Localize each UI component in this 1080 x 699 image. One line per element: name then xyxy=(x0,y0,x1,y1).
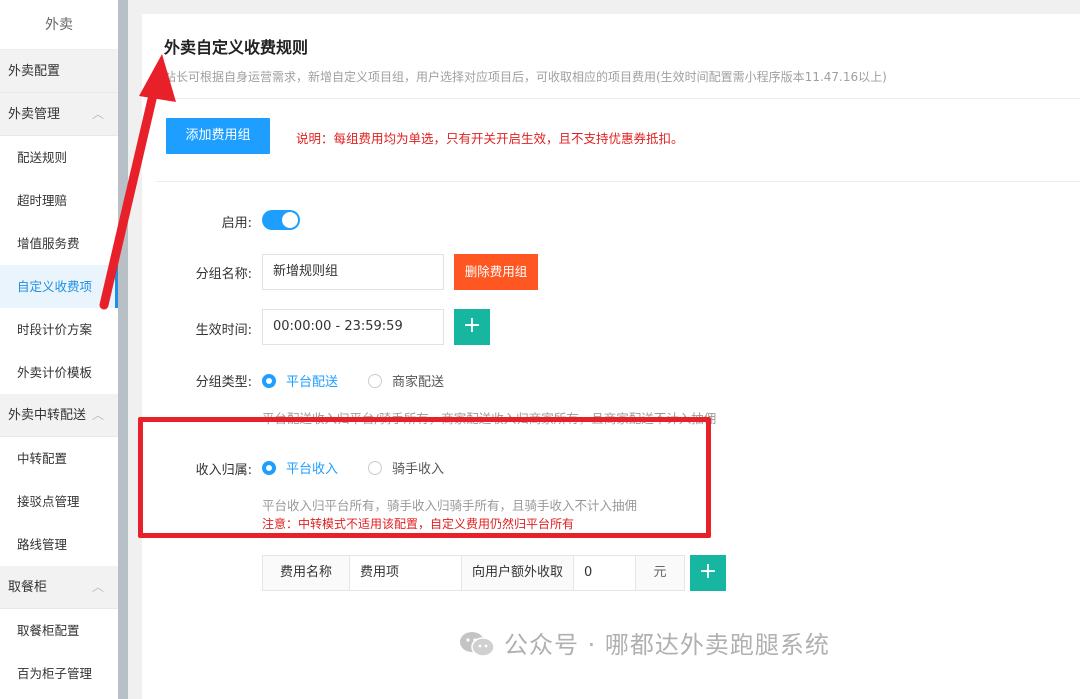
add-fee-item-button[interactable]: + xyxy=(690,555,726,591)
extra-charge-input[interactable]: 0 xyxy=(573,555,636,591)
wechat-watermark: 公众号 · 哪都达外卖跑腿系统 xyxy=(458,625,830,660)
radio-merchant-delivery[interactable]: 商家配送 xyxy=(368,371,444,390)
divider xyxy=(156,98,1080,99)
plus-icon: + xyxy=(698,559,718,584)
sidebar: 外卖 外卖配置 外卖管理 ︿ 配送规则 超时理赔 增值服务费 自定义收费项 时段… xyxy=(0,0,118,699)
annotation-highlight-box xyxy=(138,417,711,538)
enable-label: 启用: xyxy=(221,216,252,231)
extra-charge-label: 向用户额外收取 xyxy=(461,555,574,591)
fee-name-label: 费用名称 xyxy=(262,555,350,591)
main-panel: 外卖自定义收费规则 站长可根据自身运营需求，新增自定义项目组，用户选择对应项目后… xyxy=(142,14,1080,699)
sidebar-group-transfer-delivery[interactable]: 外卖中转配送 ︿ xyxy=(0,394,118,437)
effective-time-input[interactable]: 00:00:00 - 23:59:59 xyxy=(262,309,444,345)
currency-unit: 元 xyxy=(635,555,685,591)
effective-time-label: 生效时间: xyxy=(195,323,252,338)
sidebar-item-route-manage[interactable]: 路线管理 xyxy=(0,523,118,566)
sidebar-item-cabinet-config[interactable]: 取餐柜配置 xyxy=(0,609,118,652)
delete-fee-group-button[interactable]: 删除费用组 xyxy=(454,254,538,290)
add-time-button[interactable]: + xyxy=(454,309,490,345)
sidebar-item-baiwei-cabinet[interactable]: 百为柜子管理 xyxy=(0,652,118,695)
sidebar-item-pricing-template[interactable]: 外卖计价模板 xyxy=(0,351,118,394)
sidebar-item-delivery-rules[interactable]: 配送规则 xyxy=(0,136,118,179)
sidebar-group-label: 取餐柜 xyxy=(8,580,48,595)
sidebar-item-connection-points[interactable]: 接驳点管理 xyxy=(0,480,118,523)
chevron-up-icon: ︿ xyxy=(91,107,104,121)
chevron-up-icon: ︿ xyxy=(91,580,104,594)
sidebar-item-value-added-fee[interactable]: 增值服务费 xyxy=(0,222,118,265)
radio-label: 平台配送 xyxy=(286,375,339,390)
sidebar-group-label: 外卖管理 xyxy=(8,107,61,122)
sidebar-item-custom-fee[interactable]: 自定义收费项 xyxy=(0,265,118,308)
divider xyxy=(156,181,1080,182)
sidebar-group-label: 外卖中转配送 xyxy=(8,408,87,423)
sidebar-scrollbar[interactable] xyxy=(118,0,128,699)
plus-icon: + xyxy=(462,313,482,338)
chevron-up-icon: ︿ xyxy=(91,408,104,422)
fee-name-input[interactable]: 费用项 xyxy=(349,555,462,591)
sidebar-group-label: 外卖配置 xyxy=(8,64,61,79)
group-name-label: 分组名称: xyxy=(195,267,252,282)
watermark-text: 公众号 · 哪都达外卖跑腿系统 xyxy=(504,631,830,659)
radio-label: 商家配送 xyxy=(392,375,445,390)
wechat-icon xyxy=(460,632,495,657)
fee-group-note: 说明：每组费用均为单选，只有开关开启生效，且不支持优惠券抵扣。 xyxy=(296,131,684,146)
sidebar-header: 外卖 xyxy=(0,0,118,50)
sidebar-item-timeout-claims[interactable]: 超时理赔 xyxy=(0,179,118,222)
sidebar-item-transfer-config[interactable]: 中转配置 xyxy=(0,437,118,480)
group-name-input[interactable]: 新增规则组 xyxy=(262,254,444,290)
radio-platform-delivery[interactable]: 平台配送 xyxy=(262,371,338,390)
sidebar-group-waimai-config[interactable]: 外卖配置 xyxy=(0,50,118,93)
sidebar-group-pickup-cabinet[interactable]: 取餐柜 ︿ xyxy=(0,566,118,609)
page-description: 站长可根据自身运营需求，新增自定义项目组，用户选择对应项目后，可收取相应的项目费… xyxy=(164,70,887,84)
enable-toggle[interactable] xyxy=(262,210,300,230)
radio-dot xyxy=(368,374,382,388)
add-fee-group-button[interactable]: 添加费用组 xyxy=(166,118,270,154)
page-title: 外卖自定义收费规则 xyxy=(164,38,309,57)
sidebar-item-time-pricing[interactable]: 时段计价方案 xyxy=(0,308,118,351)
toggle-knob xyxy=(282,212,298,228)
sidebar-group-waimai-manage[interactable]: 外卖管理 ︿ xyxy=(0,93,118,136)
radio-dot xyxy=(262,374,276,388)
group-type-label: 分组类型: xyxy=(195,375,252,390)
